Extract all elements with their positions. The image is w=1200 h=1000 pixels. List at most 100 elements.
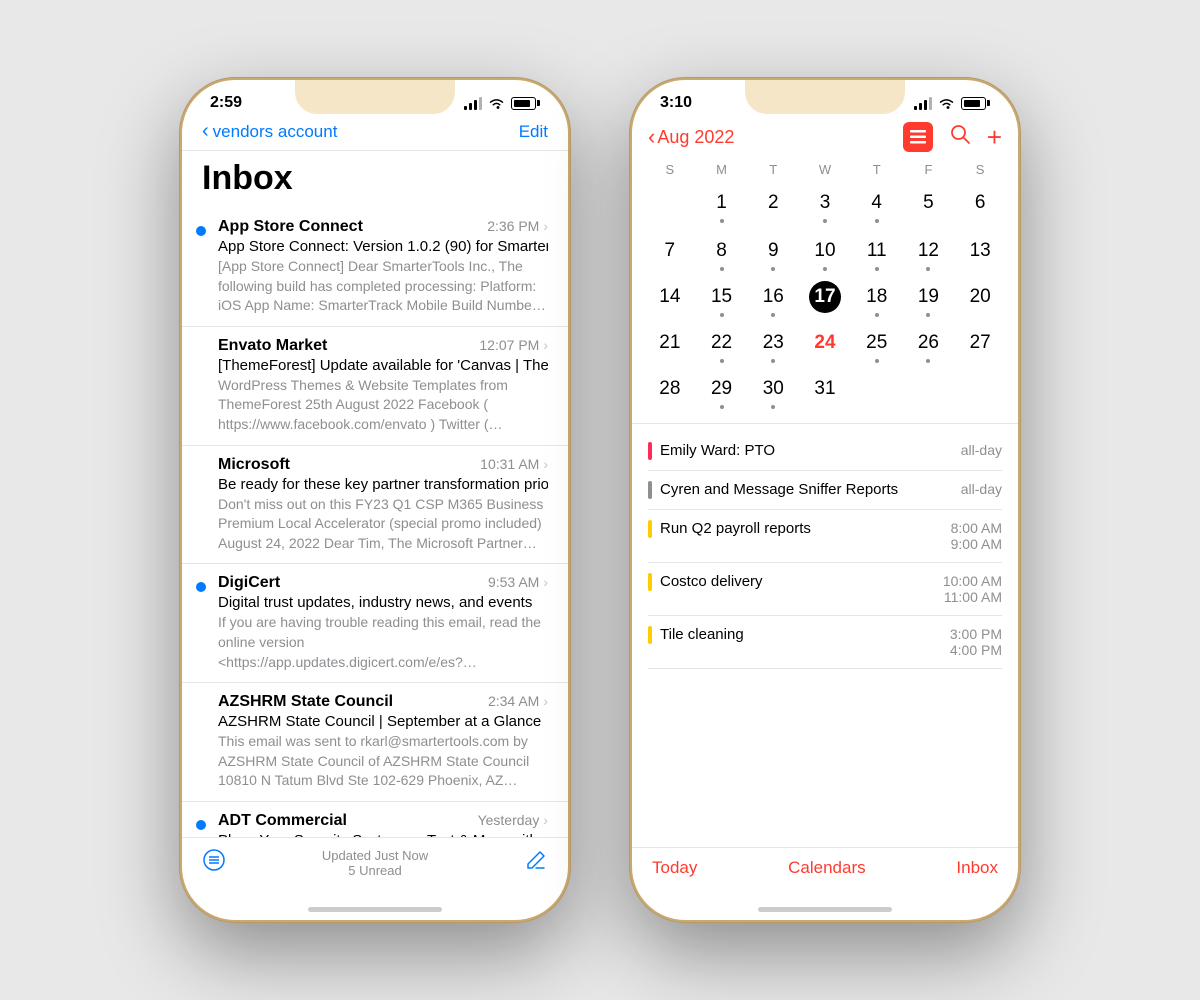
status-icons bbox=[914, 97, 990, 110]
dow-thursday: T bbox=[851, 160, 903, 179]
calendar-day-empty bbox=[903, 369, 955, 413]
event-item[interactable]: Costco delivery 10:00 AM11:00 AM bbox=[648, 563, 1002, 616]
calendar-day-21[interactable]: 21 bbox=[644, 323, 696, 367]
calendar-day-18[interactable]: 18 bbox=[851, 277, 903, 321]
sender-name: Envato Market bbox=[218, 337, 471, 355]
dow-friday: F bbox=[903, 160, 955, 179]
back-chevron-icon: ‹ bbox=[202, 121, 209, 141]
compose-button[interactable] bbox=[524, 848, 548, 878]
dow-wednesday: W bbox=[799, 160, 851, 179]
calendar-day-10[interactable]: 10 bbox=[799, 231, 851, 275]
calendar-divider bbox=[632, 423, 1018, 424]
calendar-day-14[interactable]: 14 bbox=[644, 277, 696, 321]
event-title: Run Q2 payroll reports bbox=[660, 520, 811, 538]
calendar-day-29[interactable]: 29 bbox=[696, 369, 748, 413]
mail-list: App Store Connect 2:36 PM › App Store Co… bbox=[182, 208, 568, 837]
calendar-day-31[interactable]: 31 bbox=[799, 369, 851, 413]
back-button[interactable]: ‹ vendors account bbox=[202, 122, 337, 142]
event-time: all-day bbox=[961, 442, 1002, 458]
calendar-day-4[interactable]: 4 bbox=[851, 183, 903, 229]
unread-indicator bbox=[196, 820, 206, 830]
today-button[interactable]: Today bbox=[652, 858, 697, 878]
home-indicator bbox=[758, 907, 892, 912]
calendar-day-19[interactable]: 19 bbox=[903, 277, 955, 321]
calendar-day-12[interactable]: 12 bbox=[903, 231, 955, 275]
dow-saturday: S bbox=[954, 160, 1006, 179]
calendar-day-25[interactable]: 25 bbox=[851, 323, 903, 367]
calendar-day-3[interactable]: 3 bbox=[799, 183, 851, 229]
email-preview: [App Store Connect] Dear SmarterTools In… bbox=[218, 257, 548, 316]
calendar-nav-icons: + bbox=[903, 122, 1002, 152]
email-time: 2:36 PM › bbox=[487, 218, 548, 234]
email-time: 9:53 AM › bbox=[488, 574, 548, 590]
event-item[interactable]: Cyren and Message Sniffer Reports all-da… bbox=[648, 471, 1002, 510]
edit-button[interactable]: Edit bbox=[519, 122, 548, 142]
event-item[interactable]: Tile cleaning 3:00 PM4:00 PM bbox=[648, 616, 1002, 669]
calendars-button[interactable]: Calendars bbox=[788, 858, 866, 878]
mail-nav: ‹ vendors account Edit bbox=[182, 118, 568, 151]
calendar-day-9[interactable]: 9 bbox=[747, 231, 799, 275]
event-time: 8:00 AM9:00 AM bbox=[951, 520, 1002, 552]
event-time: 3:00 PM4:00 PM bbox=[950, 626, 1002, 658]
mail-item[interactable]: AZSHRM State Council 2:34 AM › AZSHRM St… bbox=[182, 683, 568, 802]
calendar-day-2[interactable]: 2 bbox=[747, 183, 799, 229]
dow-sunday: S bbox=[644, 160, 696, 179]
calendar-day-24[interactable]: 24 bbox=[799, 323, 851, 367]
calendar-grid: S M T W T F S 1 2 3 4 bbox=[632, 160, 1018, 415]
calendar-day-1[interactable]: 1 bbox=[696, 183, 748, 229]
inbox-button[interactable]: Inbox bbox=[956, 858, 998, 878]
calendar-day-7[interactable]: 7 bbox=[644, 231, 696, 275]
wifi-icon bbox=[938, 97, 955, 110]
event-item[interactable]: Run Q2 payroll reports 8:00 AM9:00 AM bbox=[648, 510, 1002, 563]
event-title: Tile cleaning bbox=[660, 626, 744, 644]
add-event-button[interactable]: + bbox=[987, 124, 1002, 150]
update-status: Updated Just Now 5 Unread bbox=[226, 848, 524, 878]
month-title: Aug 2022 bbox=[657, 127, 734, 148]
calendar-day-26[interactable]: 26 bbox=[903, 323, 955, 367]
mail-item[interactable]: Envato Market 12:07 PM › [ThemeForest] U… bbox=[182, 327, 568, 446]
calendar-day-empty bbox=[954, 369, 1006, 413]
wifi-icon bbox=[488, 97, 505, 110]
calendar-day-6[interactable]: 6 bbox=[954, 183, 1006, 229]
calendar-day-17-today[interactable]: 17 bbox=[799, 277, 851, 321]
calendar-day-16[interactable]: 16 bbox=[747, 277, 799, 321]
calendar-week: 1 2 3 4 5 6 bbox=[644, 183, 1006, 229]
search-button[interactable] bbox=[949, 123, 971, 151]
email-subject: App Store Connect: Version 1.0.2 (90) fo… bbox=[218, 238, 548, 255]
phone-mail: 2:59 bbox=[180, 78, 570, 922]
mail-item[interactable]: Microsoft 10:31 AM › Be ready for these … bbox=[182, 446, 568, 565]
calendar-day-15[interactable]: 15 bbox=[696, 277, 748, 321]
signal-icon bbox=[464, 97, 482, 110]
calendar-day-20[interactable]: 20 bbox=[954, 277, 1006, 321]
calendar-day-13[interactable]: 13 bbox=[954, 231, 1006, 275]
calendar-day-5[interactable]: 5 bbox=[903, 183, 955, 229]
update-label: Updated Just Now bbox=[226, 848, 524, 863]
calendar-day-27[interactable]: 27 bbox=[954, 323, 1006, 367]
calendar-day-28[interactable]: 28 bbox=[644, 369, 696, 413]
event-item[interactable]: Emily Ward: PTO all-day bbox=[648, 432, 1002, 471]
email-time: 12:07 PM › bbox=[479, 337, 548, 353]
dow-tuesday: T bbox=[747, 160, 799, 179]
calendar-day-22[interactable]: 22 bbox=[696, 323, 748, 367]
calendar-day-empty bbox=[851, 369, 903, 413]
sender-name: AZSHRM State Council bbox=[218, 693, 480, 711]
list-view-button[interactable] bbox=[903, 122, 933, 152]
email-subject: Digital trust updates, industry news, an… bbox=[218, 594, 548, 611]
mail-item[interactable]: ADT Commercial Yesterday › Place Your Se… bbox=[182, 802, 568, 837]
inbox-title: Inbox bbox=[182, 151, 568, 208]
filter-button[interactable] bbox=[202, 848, 226, 878]
calendar-day-empty[interactable] bbox=[644, 183, 696, 229]
email-preview: WordPress Themes & Website Templates fro… bbox=[218, 376, 548, 435]
event-color-indicator bbox=[648, 573, 652, 591]
calendar-day-30[interactable]: 30 bbox=[747, 369, 799, 413]
month-back-button[interactable]: ‹ Aug 2022 bbox=[648, 124, 734, 150]
mail-item[interactable]: App Store Connect 2:36 PM › App Store Co… bbox=[182, 208, 568, 327]
status-icons bbox=[464, 97, 540, 110]
calendar-day-11[interactable]: 11 bbox=[851, 231, 903, 275]
mail-item[interactable]: DigiCert 9:53 AM › Digital trust updates… bbox=[182, 564, 568, 683]
calendar-day-23[interactable]: 23 bbox=[747, 323, 799, 367]
calendar-day-8[interactable]: 8 bbox=[696, 231, 748, 275]
unread-indicator bbox=[196, 582, 206, 592]
email-subject: AZSHRM State Council | September at a Gl… bbox=[218, 713, 548, 730]
event-color-indicator bbox=[648, 520, 652, 538]
